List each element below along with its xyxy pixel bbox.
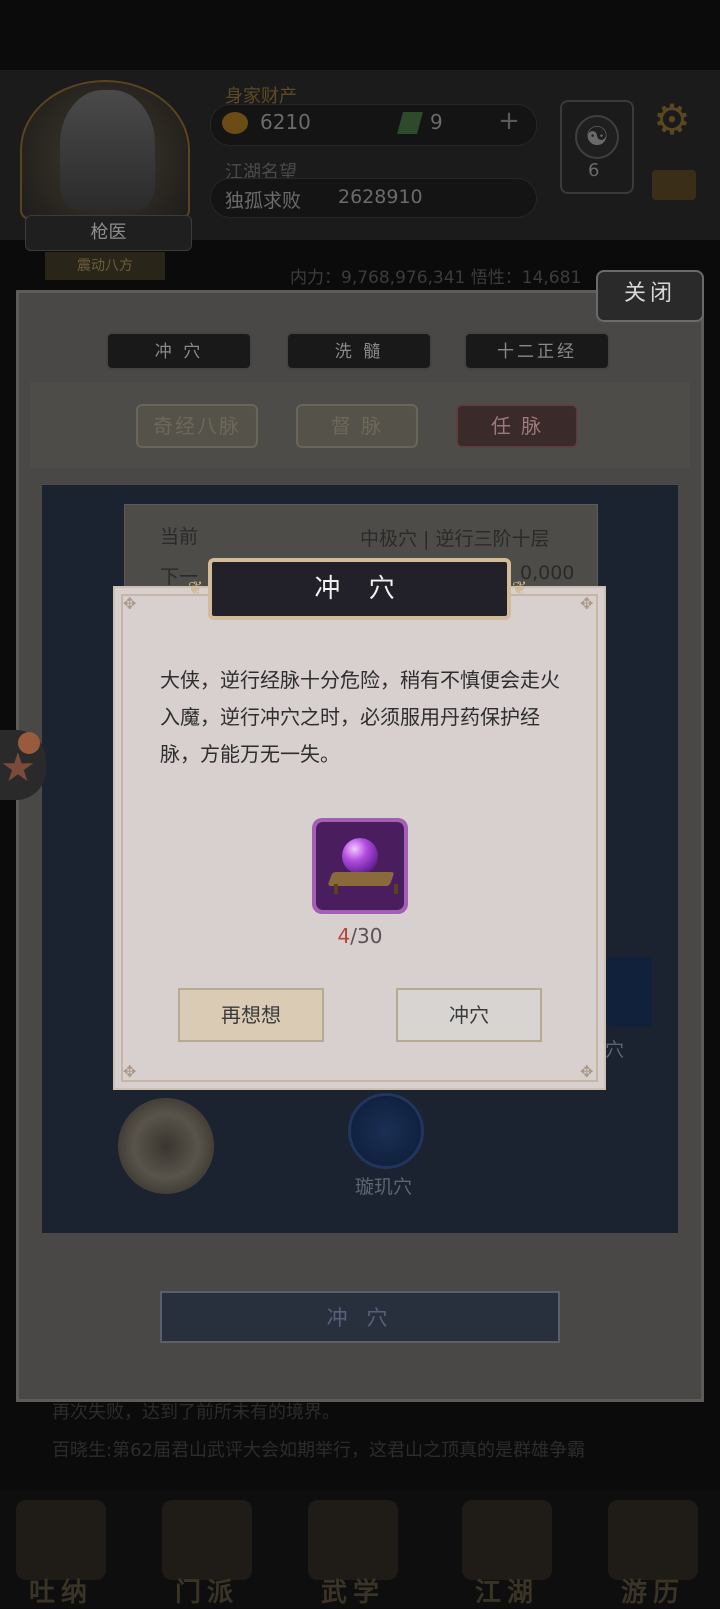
stats-line: 内力：9,768,976,341 悟性：14,681 — [290, 268, 582, 288]
nav-item-menpai[interactable]: 门派 — [152, 1500, 262, 1608]
player-subtitle: 震动八方 — [45, 252, 165, 280]
add-currency-button[interactable]: + — [496, 108, 522, 134]
nav-youli-label: 游历 — [620, 1578, 685, 1608]
orb-stand-legs — [334, 884, 398, 894]
corner-ornament-icon: ✥ — [123, 594, 137, 613]
item-count-need: /30 — [350, 924, 383, 948]
crystal-orb-icon — [316, 822, 404, 910]
tab-chongxue[interactable]: 冲 穴 — [106, 332, 252, 370]
notification-dot — [18, 732, 40, 754]
corner-ornament-icon: ✥ — [580, 594, 594, 613]
acupoint-node-sun[interactable] — [118, 1098, 214, 1194]
tab-du-meridian[interactable]: 督 脉 — [296, 404, 418, 448]
nav-item-youli[interactable]: 游历 — [598, 1500, 708, 1608]
nav-tuna-emblem — [16, 1500, 106, 1580]
news-line-1: 再次失败，达到了前所未有的境界。 — [52, 1402, 340, 1423]
gold-icon — [222, 112, 248, 134]
title-ornament-left-icon: ❦ — [188, 578, 204, 599]
item-count-have: 4 — [337, 924, 351, 948]
taiji-icon: ☯ — [575, 115, 619, 159]
gear-icon[interactable]: ⚙ — [650, 98, 694, 142]
mail-icon[interactable] — [652, 170, 696, 200]
close-button[interactable]: 关闭 — [596, 270, 704, 322]
current-value: 中极穴 | 逆行三阶十层 — [360, 528, 550, 550]
tab-xisui[interactable]: 洗 髓 — [286, 332, 432, 370]
pill-item-slot[interactable] — [312, 818, 408, 914]
nav-item-jianghu[interactable]: 江湖 — [452, 1500, 562, 1608]
tab-twelve-meridians[interactable]: 十二正经 — [464, 332, 610, 370]
nav-menpai-emblem — [162, 1500, 252, 1580]
acupoint-node-xuanji[interactable] — [348, 1093, 424, 1169]
confirm-chongxue-button[interactable]: 冲穴 — [396, 988, 542, 1042]
next-value: 0,000 — [520, 562, 575, 584]
taiji-count: 6 — [588, 160, 600, 181]
gold-amount: 6210 — [260, 110, 311, 134]
gem-amount: 9 — [430, 110, 443, 134]
nav-wuxue-emblem — [308, 1500, 398, 1580]
dialog-title: 冲 穴 — [208, 558, 511, 620]
item-count: 4/30 — [312, 924, 408, 948]
acupoint-label: 璇玑穴 — [355, 1176, 413, 1198]
orb — [342, 838, 378, 874]
current-label: 当前 — [160, 526, 199, 548]
nav-jianghu-emblem — [462, 1500, 552, 1580]
player-title: 枪医 — [25, 215, 192, 251]
corner-ornament-icon: ✥ — [123, 1062, 137, 1081]
fame-value: 2628910 — [338, 186, 423, 208]
nav-item-tuna[interactable]: 吐纳 — [6, 1500, 116, 1608]
tab-eight-extra-meridians[interactable]: 奇经八脉 — [136, 404, 258, 448]
nav-youli-emblem — [608, 1500, 698, 1580]
tab-ren-meridian[interactable]: 任 脉 — [456, 404, 578, 448]
avatar — [60, 90, 155, 210]
chongxue-button-bottom[interactable]: 冲 穴 — [160, 1291, 560, 1343]
nav-item-wuxue[interactable]: 武学 — [298, 1500, 408, 1608]
nav-wuxue-label: 武学 — [320, 1578, 385, 1608]
title-ornament-right-icon: ❦ — [512, 578, 528, 599]
think-again-button[interactable]: 再想想 — [178, 988, 324, 1042]
fame-title: 独孤求败 — [225, 190, 302, 212]
nav-jianghu-label: 江湖 — [474, 1578, 539, 1608]
nav-menpai-label: 门派 — [174, 1578, 239, 1608]
nav-tuna-label: 吐纳 — [28, 1578, 93, 1608]
news-line-2: 百晓生:第62届君山武评大会如期举行，这君山之顶真的是群雄争霸 — [52, 1440, 585, 1461]
acupoint-label-partial: 穴 — [605, 1039, 625, 1061]
dialog-message: 大侠，逆行经脉十分危险，稍有不慎便会走火入魔，逆行冲穴之时，必须服用丹药保护经脉… — [160, 668, 560, 766]
corner-ornament-icon: ✥ — [580, 1062, 594, 1081]
